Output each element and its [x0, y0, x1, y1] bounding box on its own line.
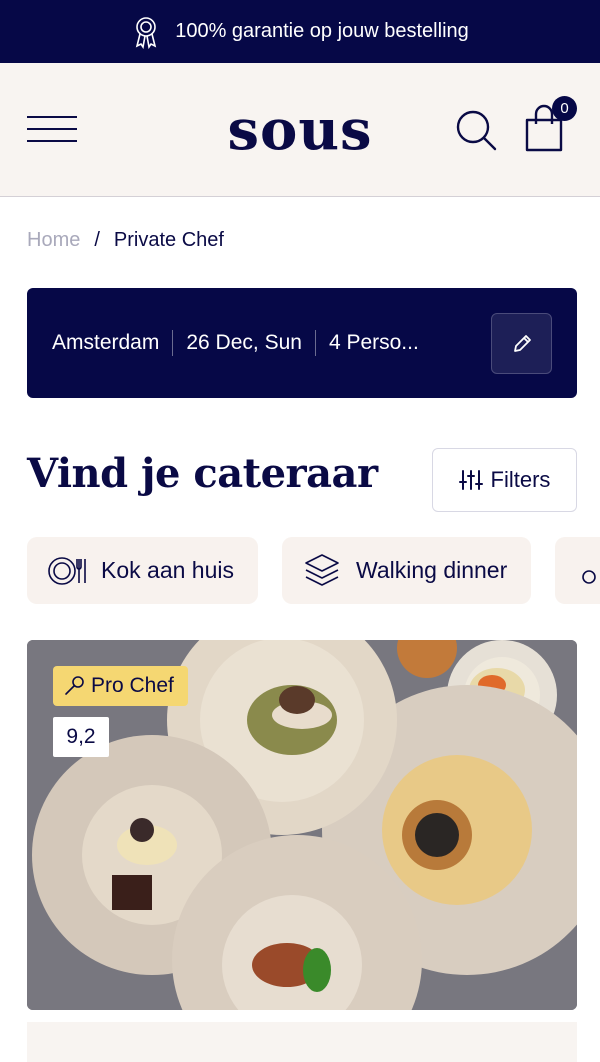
filters-button[interactable]: Filters	[432, 448, 577, 512]
chip-label: Walking dinner	[355, 557, 508, 583]
site-header: sous	[0, 63, 600, 197]
chip-more[interactable]	[555, 537, 600, 604]
logo[interactable]: sous	[0, 97, 600, 163]
breadcrumb-current: Private Chef	[113, 229, 224, 251]
search-icon[interactable]	[454, 108, 498, 152]
breadcrumb: Home / Private Chef	[27, 229, 224, 252]
search-summary-bar[interactable]: Amsterdam 26 Dec, Sun 4 Perso...	[27, 288, 577, 398]
pro-chef-badge: Pro Chef	[53, 666, 188, 706]
chip-label: Kok aan huis	[101, 557, 234, 583]
category-chips: Kok aan huis Walking dinner	[27, 537, 600, 604]
promo-text: 100% garantie op jouw bestelling	[175, 20, 469, 42]
award-ribbon-icon	[136, 16, 157, 49]
search-persons[interactable]: 4 Perso...	[329, 331, 419, 355]
pro-chef-label: Pro Chef	[91, 674, 174, 697]
sliders-icon	[458, 470, 483, 490]
chip-kok-aan-huis[interactable]: Kok aan huis	[27, 537, 258, 604]
breadcrumb-home[interactable]: Home	[27, 229, 80, 252]
pencil-icon	[513, 334, 531, 352]
layers-icon	[305, 553, 339, 586]
card-details	[27, 1022, 577, 1062]
filters-label: Filters	[490, 467, 551, 492]
breadcrumb-separator: /	[94, 229, 100, 251]
chip-walking-dinner[interactable]: Walking dinner	[281, 537, 532, 604]
divider	[314, 330, 316, 356]
search-location[interactable]: Amsterdam	[52, 331, 159, 355]
divider	[172, 330, 174, 356]
promo-bar: 100% garantie op jouw bestelling	[0, 0, 600, 63]
page-title: Vind je cateraar	[27, 450, 378, 497]
partial-category-icon	[582, 569, 597, 584]
rating-badge: 9,2	[53, 717, 109, 757]
plate-cutlery-icon	[48, 556, 86, 585]
cart-count-badge: 0	[552, 96, 577, 121]
search-date[interactable]: 26 Dec, Sun	[186, 331, 302, 355]
whisk-icon	[65, 676, 84, 695]
edit-search-button[interactable]	[491, 313, 552, 374]
